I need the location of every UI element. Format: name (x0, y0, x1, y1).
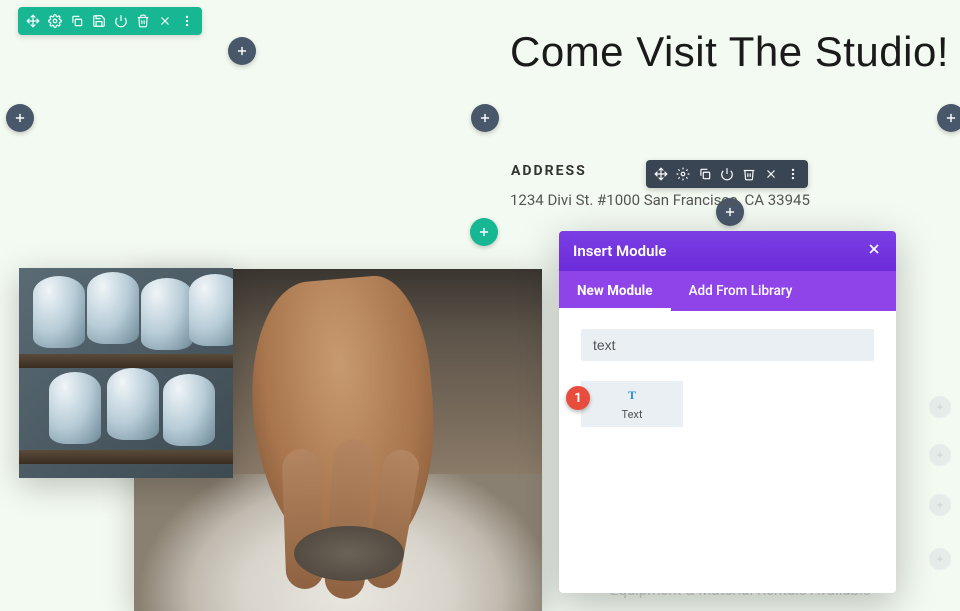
section-toolbar (18, 7, 202, 35)
close-icon[interactable] (760, 163, 782, 185)
ghost-add-button[interactable] (929, 548, 951, 570)
save-icon[interactable] (88, 10, 110, 32)
module-text-label: Text (622, 408, 643, 421)
power-icon[interactable] (716, 163, 738, 185)
move-icon[interactable] (650, 163, 672, 185)
add-row-button[interactable] (471, 104, 499, 132)
module-text[interactable]: T Text (581, 381, 683, 427)
modal-close-button[interactable] (866, 241, 882, 261)
gear-icon[interactable] (44, 10, 66, 32)
ghost-add-button[interactable] (929, 494, 951, 516)
modal-body: T Text (559, 311, 896, 593)
modal-tabs: New Module Add From Library (559, 271, 896, 311)
more-icon[interactable] (176, 10, 198, 32)
gear-icon[interactable] (672, 163, 694, 185)
close-icon[interactable] (154, 10, 176, 32)
more-icon[interactable] (782, 163, 804, 185)
module-toolbar (646, 160, 808, 188)
add-row-button[interactable] (6, 104, 34, 132)
ghost-add-button[interactable] (929, 396, 951, 418)
power-icon[interactable] (110, 10, 132, 32)
tab-add-from-library[interactable]: Add From Library (671, 271, 811, 311)
text-icon: T (623, 387, 641, 406)
insert-module-modal: Insert Module New Module Add From Librar… (559, 231, 896, 593)
modal-header[interactable]: Insert Module (559, 231, 896, 271)
svg-text:T: T (628, 388, 636, 402)
tab-new-module[interactable]: New Module (559, 271, 671, 311)
modal-title: Insert Module (573, 242, 666, 260)
trash-icon[interactable] (132, 10, 154, 32)
add-section-button[interactable] (228, 37, 256, 65)
trash-icon[interactable] (738, 163, 760, 185)
duplicate-icon[interactable] (66, 10, 88, 32)
move-icon[interactable] (22, 10, 44, 32)
duplicate-icon[interactable] (694, 163, 716, 185)
add-module-button[interactable] (470, 218, 498, 246)
ghost-add-button[interactable] (929, 444, 951, 466)
module-search-input[interactable] (581, 329, 874, 361)
page-heading: Come Visit The Studio! (510, 28, 949, 76)
address-label: ADDRESS (511, 163, 587, 179)
studio-image-cups (19, 268, 233, 478)
add-row-button[interactable] (937, 104, 960, 132)
address-text: 1234 Divi St. #1000 San Francisco, CA 33… (510, 191, 810, 209)
callout-marker-1: 1 (566, 386, 590, 410)
